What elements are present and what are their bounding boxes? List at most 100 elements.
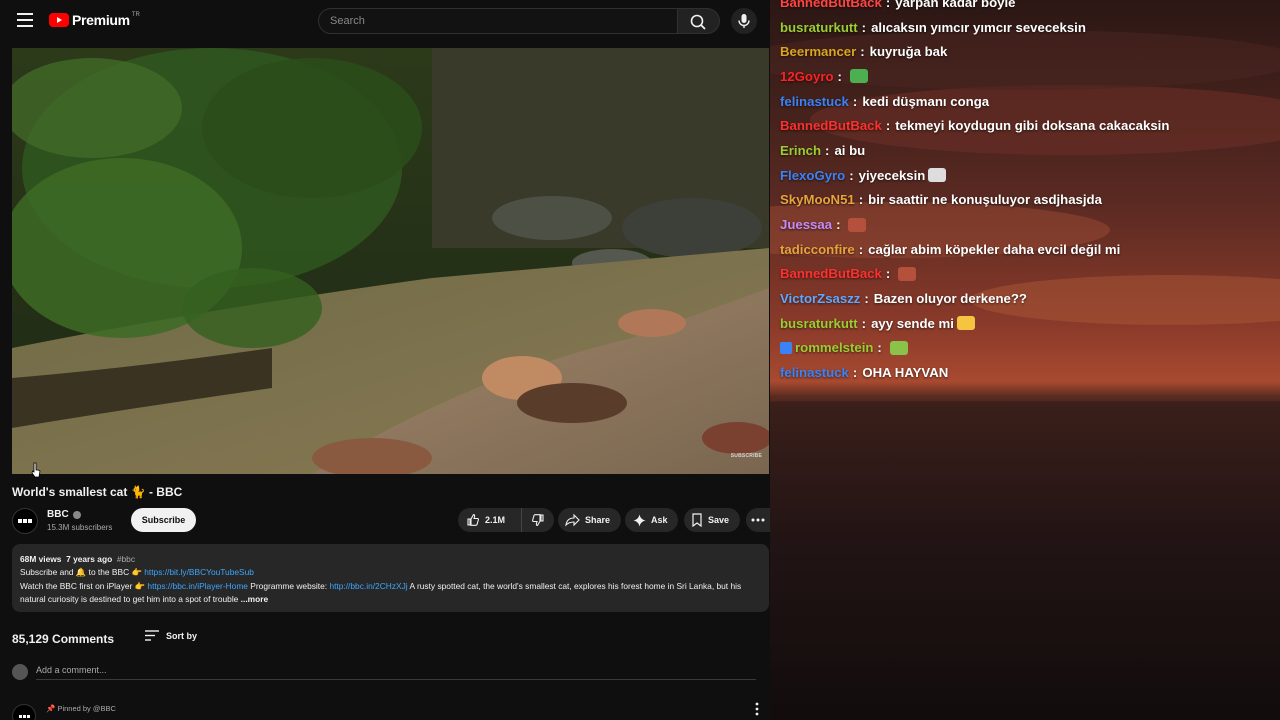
chat-message: BannedButBack: yarpan kadar böyle [780,0,1275,15]
search-input[interactable] [330,15,677,27]
chat-username[interactable]: VictorZsaszz [780,291,860,306]
subscribe-button[interactable]: Subscribe [131,508,196,532]
pinned-comment-avatar[interactable] [12,704,36,720]
chat-username[interactable]: BannedButBack [780,0,882,10]
menu-icon[interactable] [17,13,33,27]
chat-message: felinastuck: OHA HAYVAN [780,360,1275,385]
thumbs-up-icon [467,513,479,526]
chat-separator: : [885,0,891,10]
pinned-text: Pinned by @BBC [57,704,116,713]
dislike-button[interactable] [522,508,554,532]
chat-username[interactable]: rommelstein [795,340,873,355]
channel-name[interactable]: BBC [47,509,81,520]
sparkle-icon [633,514,646,526]
search-button[interactable] [678,8,720,34]
chat-separator: : [858,241,864,257]
chat-text: ai bu [834,142,866,158]
chat-message: Juessaa: [780,212,1275,237]
chat-message: 12Goyro: [780,64,1275,89]
youtube-logo[interactable]: Premium TR [49,12,140,28]
chat-username[interactable]: BannedButBack [780,266,882,281]
chat-username[interactable]: felinastuck [780,94,849,109]
search-icon [690,14,706,30]
chat-separator: : [877,340,882,356]
thumbs-down-icon [532,514,544,527]
comment-menu-icon[interactable] [752,702,762,716]
chat-emote-icon [848,217,867,232]
video-player[interactable]: SUBSCRIBE [12,48,769,474]
subscribe-prompt: Subscribe and 🔔 to the BBC 👉 [20,567,142,578]
add-comment-input[interactable]: Add a comment... [36,665,756,680]
chat-separator: : [849,167,854,183]
like-button[interactable]: 2.1M [458,508,522,532]
ask-button[interactable]: Ask [625,508,678,532]
chat-overlay: BannedButBack: yarpan kadar böyle busratur… [770,0,1280,720]
chat-username[interactable]: 12Goyro [780,69,834,84]
subscribe-link[interactable]: https://bit.ly/BBCYouTubeSub [144,567,254,577]
save-button[interactable]: Save [684,508,740,532]
sort-label: Sort by [166,630,198,641]
chat-text: alıcaksın yımcır yımcır seveceksin [871,19,1086,35]
verified-icon [72,510,81,519]
chat-message: SkyMooN51: bir saattir ne konuşuluyor asd… [780,188,1275,213]
chat-username[interactable]: BannedButBack [780,118,882,133]
chat-emote-icon [898,266,917,281]
chat-username[interactable]: tadicconfire [780,242,855,257]
chat-username[interactable]: busraturkutt [780,316,858,331]
hashtag[interactable]: #bbc [117,554,135,564]
chat-message: busraturkutt: alıcaksın yımcır yımcır sev… [780,15,1275,40]
chat-username[interactable]: SkyMooN51 [780,192,855,207]
programme-link[interactable]: http://bbc.in/2CHzXJj [329,581,407,591]
chat-message: BannedButBack: [780,262,1275,287]
chat-emote-icon [889,340,908,355]
video-frame [12,48,769,474]
pin-icon: 📌 [46,704,56,713]
chat-separator: : [864,291,869,307]
chat-username[interactable]: FlexoGyro [780,168,845,183]
chat-username[interactable]: Erinch [780,143,821,158]
mouse-cursor-icon [31,462,41,478]
voice-search-button[interactable] [731,8,757,34]
pinned-label: 📌 Pinned by @BBC [46,704,116,713]
chat-text: yiyeceksin [858,167,926,183]
chat-separator: : [860,44,865,60]
like-count: 2.1M [485,515,506,525]
chat-text: bir saattir ne konuşuluyor asdjhasjda [868,192,1102,208]
iplayer-link[interactable]: https://bbc.in/iPlayer-Home [147,581,248,591]
chat-separator: : [885,266,891,282]
description-line-2: Watch the BBC first on iPlayer 👉 https:/… [20,580,761,607]
search-box[interactable] [318,8,678,34]
chat-message: FlexoGyro: yiyeceksin [780,163,1275,188]
chat-text: tekmeyi koydugun gibi doksana cakacaksin [895,118,1170,134]
chat-message: tadicconfire: cağlar abim köpekler daha e… [780,237,1275,262]
chat-text: ayy sende mi [871,315,954,331]
chat-separator: : [861,315,867,331]
chat-username[interactable]: felinastuck [780,365,849,380]
chat-message: BannedButBack: tekmeyi koydugun gibi doks… [780,113,1275,138]
programme-label: Programme website: [250,580,328,591]
more-actions-button[interactable] [746,508,770,532]
description-text: A rusty spotted cat, the world's smalles… [409,580,675,591]
show-more-link[interactable]: ...more [241,594,268,604]
description-box[interactable]: 68M views 7 years ago #bbc Subscribe and… [12,544,769,612]
chat-message: busraturkutt: ayy sende mi [780,311,1275,336]
share-button[interactable]: Share [558,508,621,532]
channel-avatar[interactable] [12,508,38,534]
sort-button[interactable]: Sort by [145,630,197,641]
chat-username[interactable]: Beermancer [780,44,856,59]
subscriber-count: 15.3M subscribers [47,523,113,532]
chat-badge-icon [780,341,792,354]
chat-username[interactable]: Juessaa [780,217,832,232]
chat-message: Beermancer: kuyruğa bak [780,39,1275,64]
chat-message: rommelstein: [780,336,1275,361]
channel-name-text[interactable]: BBC [47,509,69,520]
logo-region: TR [131,12,140,18]
subscribe-watermark: SUBSCRIBE [730,453,762,459]
chat-username[interactable]: busraturkutt [780,20,858,35]
chat-text: OHA HAYVAN [862,365,949,381]
chat-separator: : [861,19,867,35]
view-count: 68M views [20,554,62,564]
description-meta: 68M views 7 years ago #bbc [20,553,761,566]
like-dislike-group: 2.1M [458,508,554,532]
chat-separator: : [858,192,864,208]
